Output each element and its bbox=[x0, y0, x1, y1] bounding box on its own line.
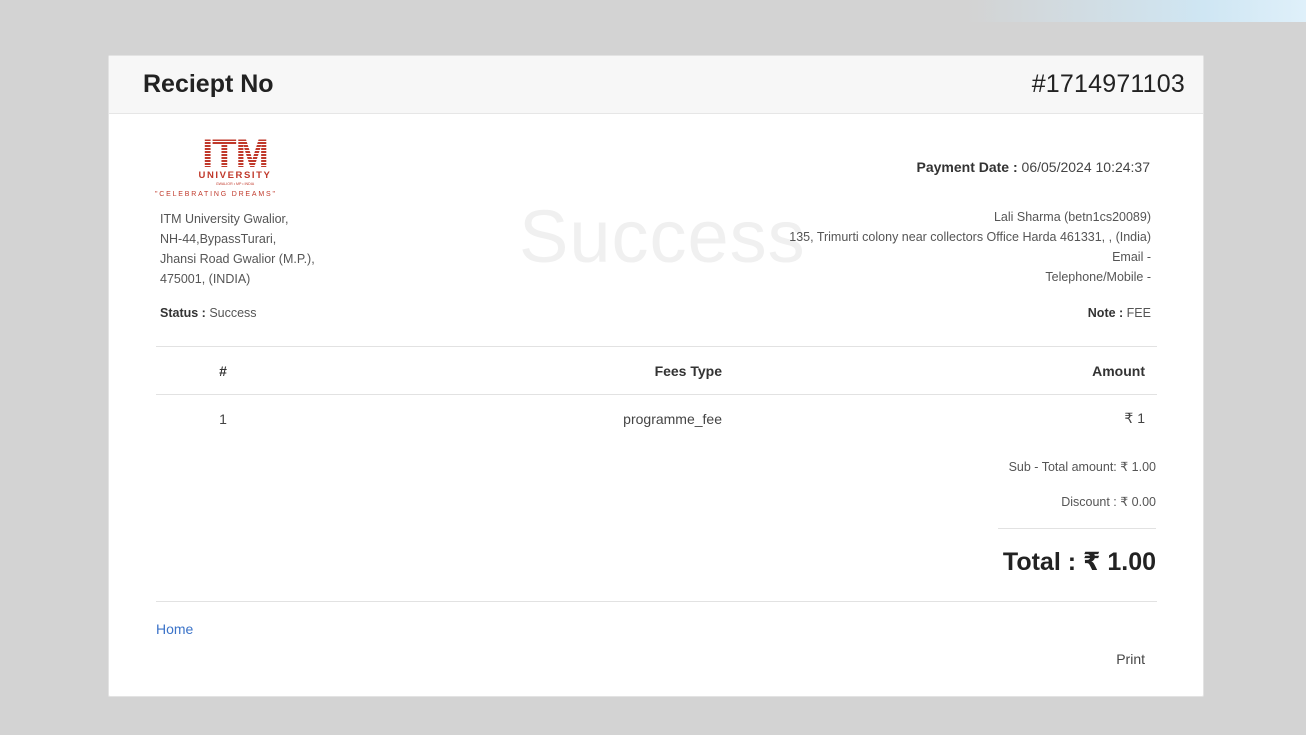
payment-date-value: 06/05/2024 10:24:37 bbox=[1017, 159, 1150, 175]
subtotal-amount: Sub - Total amount: ₹ 1.00 bbox=[1008, 460, 1156, 474]
header-fees-type: Fees Type bbox=[290, 346, 967, 395]
note-value: FEE bbox=[1123, 306, 1151, 320]
payment-status: Status : Success bbox=[160, 306, 257, 320]
summary-divider bbox=[998, 528, 1156, 529]
address-line: NH-44,BypassTurari, bbox=[160, 232, 277, 246]
customer-name: Lali Sharma (betn1cs20089) bbox=[993, 210, 1151, 224]
status-watermark: Success bbox=[519, 195, 806, 278]
address-line: 475001, (INDIA) bbox=[160, 272, 251, 286]
logo-location-text: GWALIOR • MP • INDIA bbox=[216, 182, 255, 186]
status-label: Status : bbox=[160, 306, 206, 320]
row-amount: ₹ 1 bbox=[967, 394, 1157, 443]
address-line: Jhansi Road Gwalior (M.P.), bbox=[160, 252, 315, 266]
payment-date: Payment Date : 06/05/2024 10:24:37 bbox=[917, 159, 1151, 175]
customer-address: 135, Trimurti colony near collectors Off… bbox=[789, 230, 1151, 244]
logo-university-text: UNIVERSITY bbox=[198, 170, 271, 181]
itm-logo-mark: ITM UNIVERSITY GWALIOR • MP • INDIA bbox=[155, 136, 315, 190]
header-num: # bbox=[156, 346, 290, 395]
row-fees-type: programme_fee bbox=[290, 394, 967, 443]
status-value: Success bbox=[205, 306, 257, 320]
row-num: 1 bbox=[156, 394, 290, 443]
receipt-card: Reciept No #1714971103 ITM UNIVERSITY GW… bbox=[108, 55, 1204, 697]
total-amount: Total : ₹ 1.00 bbox=[1002, 548, 1156, 576]
payment-date-label: Payment Date : bbox=[916, 159, 1018, 175]
receipt-title: Reciept No bbox=[143, 70, 274, 98]
receipt-header: Reciept No #1714971103 bbox=[109, 56, 1203, 114]
receipt-number: #1714971103 bbox=[1031, 70, 1185, 98]
university-logo: ITM UNIVERSITY GWALIOR • MP • INDIA "CEL… bbox=[155, 136, 315, 198]
note-label: Note : bbox=[1087, 306, 1124, 320]
customer-email: Email - bbox=[1112, 250, 1151, 264]
header-amount: Amount bbox=[967, 346, 1157, 395]
customer-phone: Telephone/Mobile - bbox=[1045, 270, 1151, 284]
discount-amount: Discount : ₹ 0.00 bbox=[1061, 495, 1156, 509]
table-header-row: # Fees Type Amount bbox=[156, 346, 1157, 395]
logo-tagline: "CELEBRATING DREAMS" bbox=[155, 191, 277, 198]
customer-details: Lali Sharma (betn1cs20089) 135, Trimurti… bbox=[789, 207, 1151, 287]
page-corner-gradient bbox=[966, 0, 1306, 22]
fees-table: # Fees Type Amount 1 programme_fee ₹ 1 bbox=[156, 346, 1157, 443]
footer-divider bbox=[156, 601, 1157, 602]
payment-note: Note : FEE bbox=[1088, 306, 1151, 320]
university-address: ITM University Gwalior, NH-44,BypassTura… bbox=[160, 209, 315, 289]
table-row: 1 programme_fee ₹ 1 bbox=[156, 394, 1157, 443]
print-button[interactable]: Print bbox=[1116, 651, 1145, 667]
home-link[interactable]: Home bbox=[156, 621, 193, 637]
address-line: ITM University Gwalior, bbox=[160, 212, 289, 226]
